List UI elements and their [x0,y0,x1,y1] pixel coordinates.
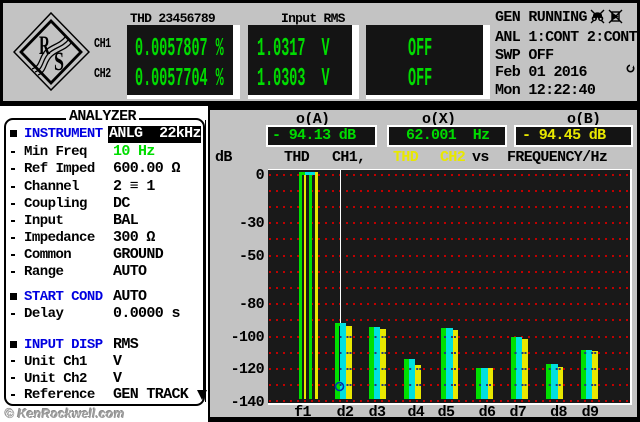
svg-text:S: S [54,47,64,76]
svg-text:R: R [39,31,50,60]
